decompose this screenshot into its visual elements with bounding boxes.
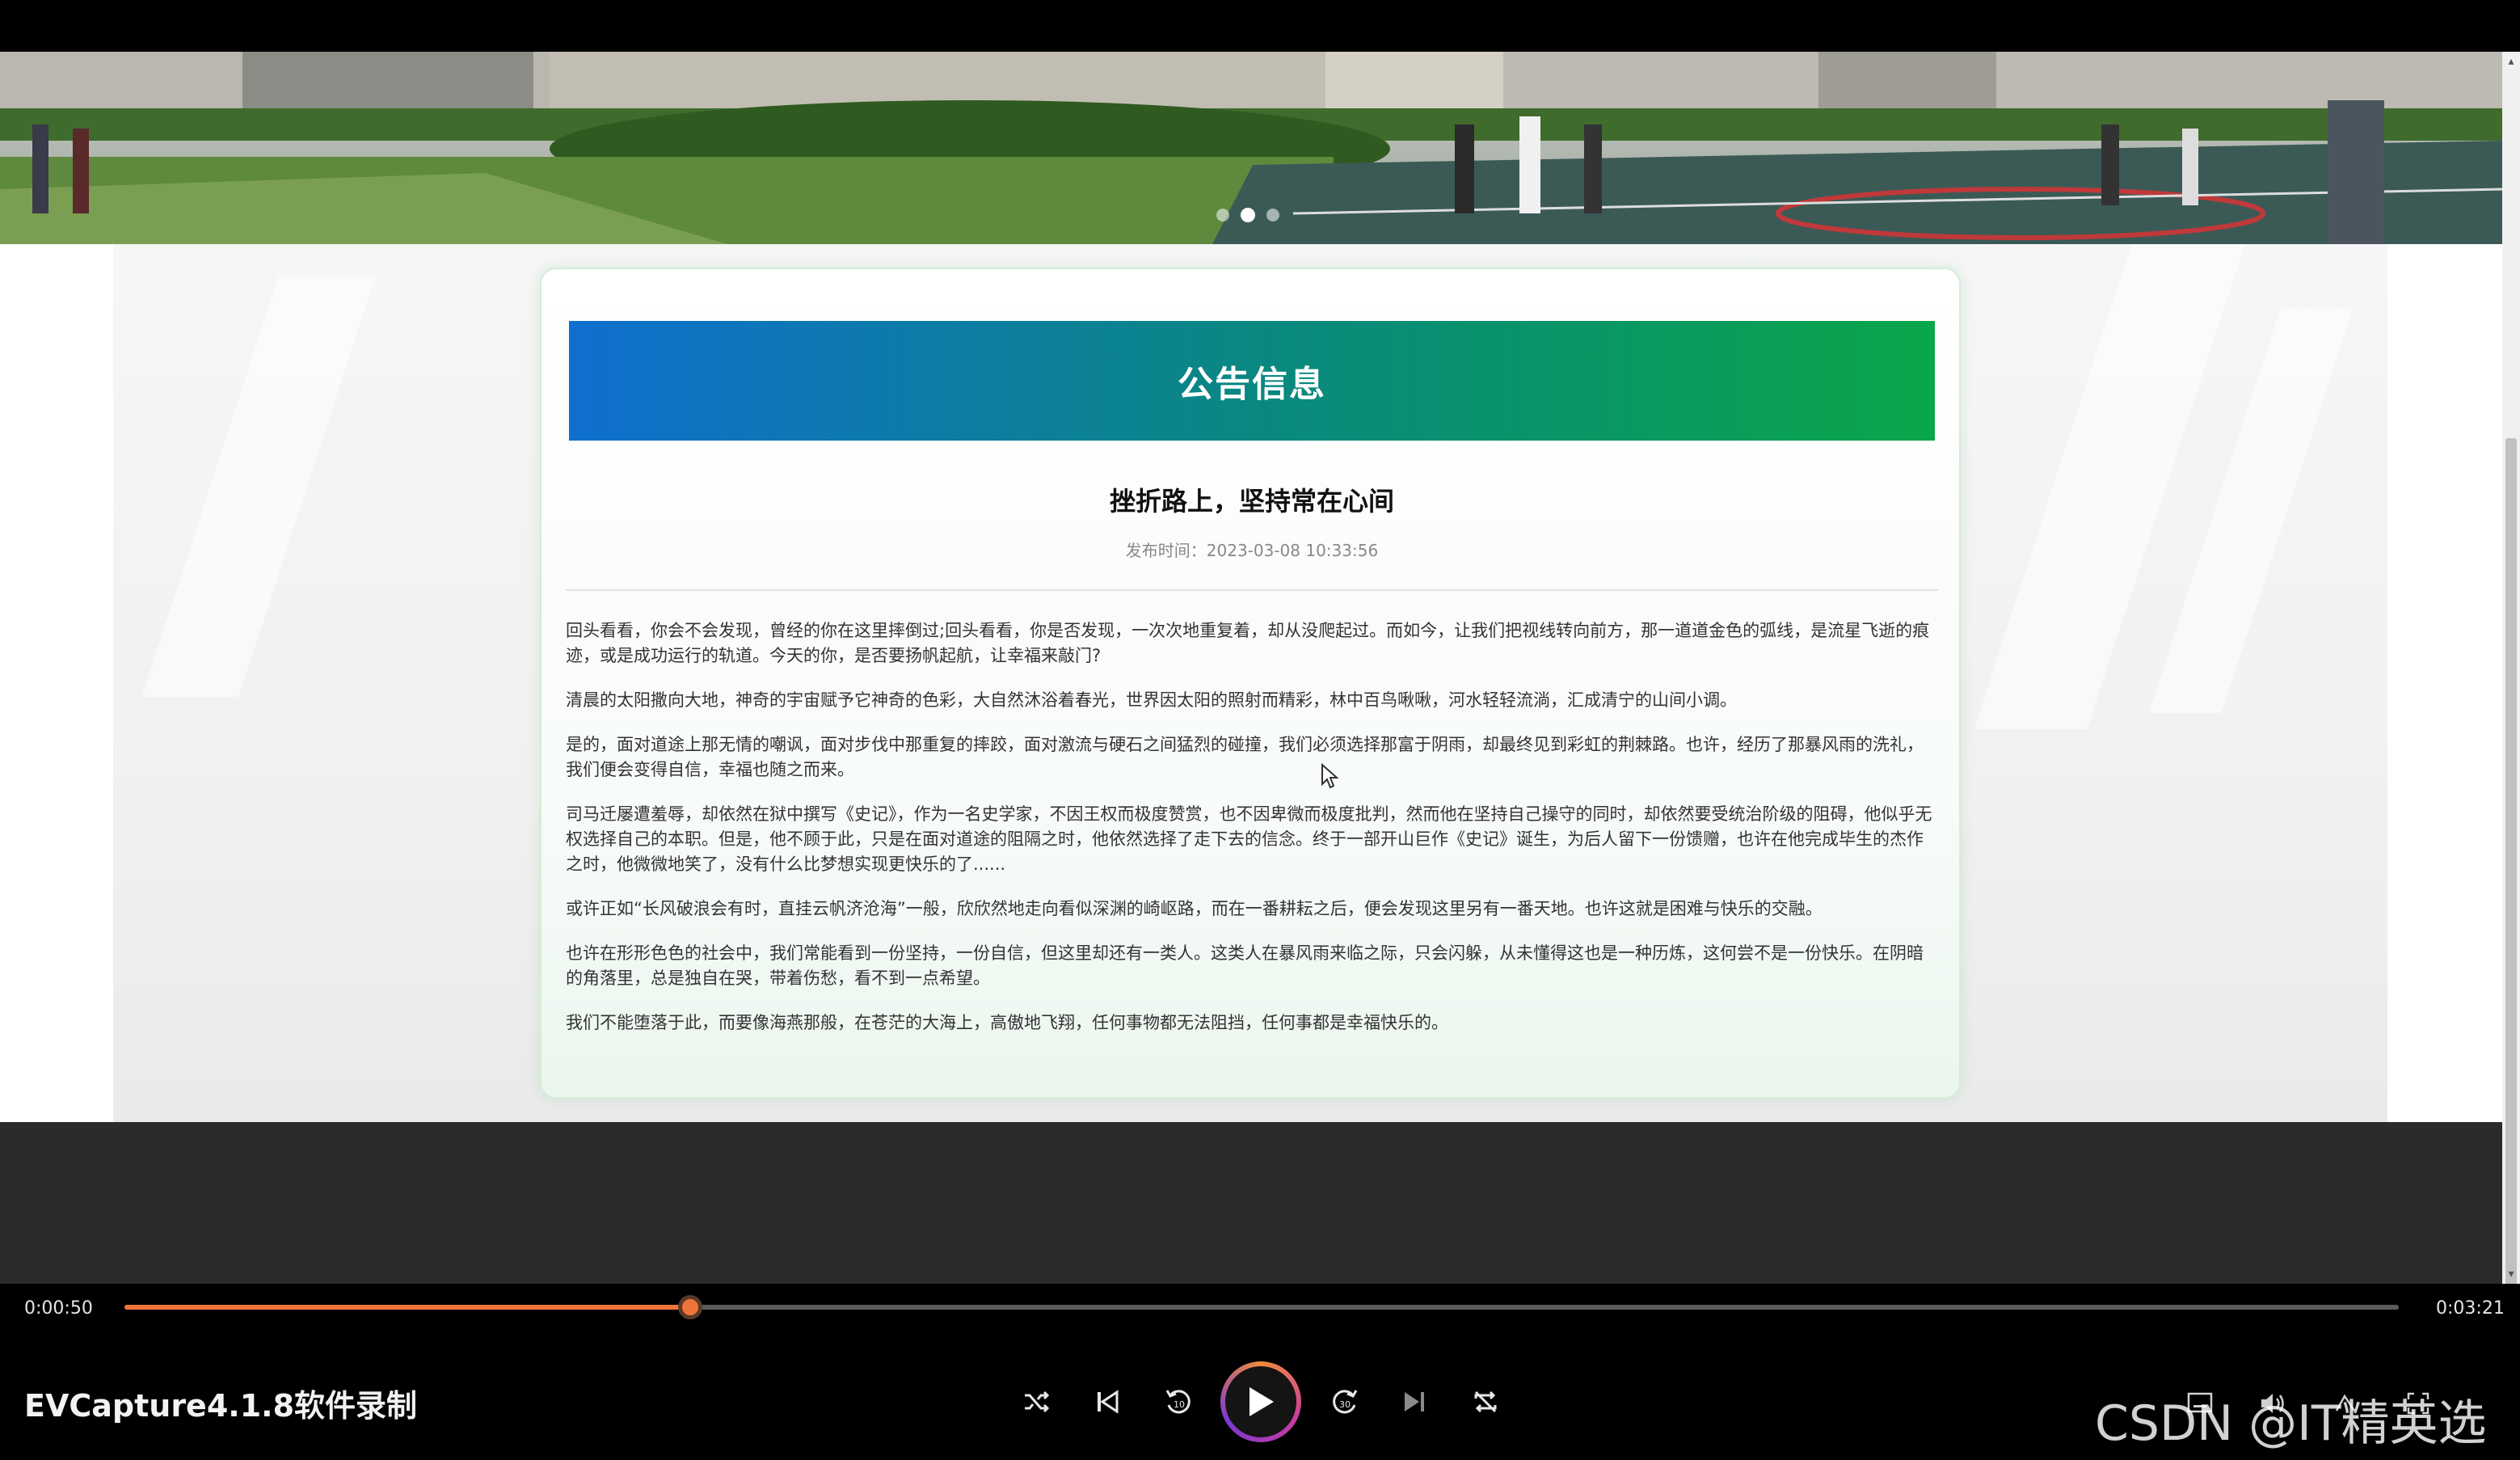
previous-icon[interactable] (1085, 1379, 1130, 1424)
article-body: 回头看看，你会不会发现，曾经的你在这里摔倒过;回头看看，你是否发现，一次次地重复… (566, 618, 1938, 1055)
recording-title: EVCapture4.1.8软件录制 (24, 1388, 418, 1424)
article-paragraph: 司马迁屡遭羞辱，却依然在狱中撰写《史记》，作为一名史学家，不因王权而极度赞赏，也… (566, 804, 1932, 874)
rewind-10-icon[interactable]: 10 (1156, 1379, 1201, 1424)
article-paragraph: 是的，面对道途上那无情的嘲讽，面对步伐中那重复的摔跤，面对激流与硬石之间猛烈的碰… (566, 735, 1924, 779)
play-button[interactable] (1220, 1361, 1301, 1442)
progress-handle[interactable] (678, 1295, 703, 1319)
divider (566, 589, 1938, 591)
play-icon (1225, 1366, 1296, 1437)
svg-text:10: 10 (1174, 1399, 1185, 1410)
carousel-dot[interactable] (1266, 209, 1279, 222)
article-paragraph: 清晨的太阳撒向大地，神奇的宇宙赋予它神奇的色彩，大自然沐浴着春光，世界因太阳的照… (566, 690, 1737, 710)
svg-text:30: 30 (1339, 1399, 1351, 1410)
scroll-down-icon[interactable]: ▾ (2506, 1268, 2516, 1280)
article-publish-time: 发布时间：2023-03-08 10:33:56 (1125, 541, 1379, 560)
article-paragraph: 或许正如“长风破浪会有时，直挂云帆济沧海”一般，欣欣然地走向看似深渊的崎岖路，而… (566, 899, 1823, 918)
next-icon[interactable] (1392, 1379, 1437, 1424)
article-paragraph: 回头看看，你会不会发现，曾经的你在这里摔倒过;回头看看，你是否发现，一次次地重复… (566, 621, 1930, 665)
carousel-dot[interactable] (1241, 208, 1255, 222)
repeat-icon[interactable] (1463, 1379, 1508, 1424)
mouse-cursor-icon (1321, 763, 1339, 789)
forward-30-icon[interactable]: 30 (1322, 1379, 1367, 1424)
total-time: 0:03:21 (2436, 1298, 2505, 1319)
card-header: 公告信息 (569, 321, 1935, 441)
screen: ▴ ▾ 公告信息 挫折路上，坚持常在心间 发布时间：2023-03-08 10:… (0, 0, 2520, 1460)
scroll-up-icon[interactable]: ▴ (2506, 56, 2516, 67)
announcement-card: 公告信息 挫折路上，坚持常在心间 发布时间：2023-03-08 10:33:5… (540, 268, 1961, 1099)
progress-track[interactable] (124, 1295, 2399, 1319)
vertical-scrollbar[interactable]: ▴ ▾ (2502, 52, 2520, 1327)
csdn-watermark: CSDN @IT精英选手 (2095, 1395, 2487, 1452)
article-paragraph: 也许在形形色色的社会中，我们常能看到一份坚持，一份自信，但这里却还有一类人。这类… (566, 943, 1924, 988)
shuffle-icon[interactable] (1013, 1379, 1059, 1424)
top-black-bar (0, 0, 2520, 52)
carousel-dots (1216, 208, 1279, 222)
article-title: 挫折路上，坚持常在心间 (1109, 486, 1394, 517)
current-time: 0:00:50 (24, 1298, 93, 1319)
player-video-gap (0, 1122, 2502, 1284)
progress-fill (124, 1305, 691, 1310)
scroll-thumb[interactable] (2505, 438, 2517, 1327)
article-paragraph: 我们不能堕落于此，而要像海燕那般，在苍茫的大海上，高傲地飞翔，任何事物都无法阻挡… (566, 1013, 1448, 1032)
card-header-title: 公告信息 (1178, 364, 1326, 405)
carousel-dot[interactable] (1216, 209, 1229, 222)
bg-decoration (141, 276, 376, 697)
